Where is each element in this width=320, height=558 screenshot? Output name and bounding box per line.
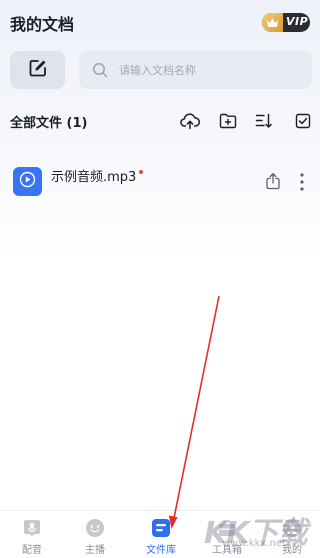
toolbox-icon (217, 518, 237, 538)
tab-label: 配音 (22, 545, 42, 556)
dubbing-icon (22, 518, 42, 538)
new-indicator-dot (139, 170, 143, 174)
tab-profile[interactable]: 我的 (260, 511, 320, 558)
new-document-button[interactable] (10, 51, 65, 89)
profile-icon (282, 518, 302, 538)
upload-cloud-icon[interactable] (179, 110, 201, 132)
file-section-title: 全部文件 (1) (10, 116, 88, 131)
tab-label: 主播 (85, 545, 105, 556)
new-folder-icon[interactable] (217, 110, 239, 132)
more-options-icon[interactable] (297, 172, 307, 192)
tab-label: 我的 (282, 545, 302, 556)
search-icon (92, 62, 108, 82)
tab-label: 文件库 (146, 545, 176, 556)
sort-icon[interactable] (253, 110, 275, 132)
crown-icon (262, 13, 283, 32)
share-icon[interactable] (265, 172, 281, 194)
bottom-tab-bar: 配音 主播 文件库 工具箱 我的 (0, 510, 320, 558)
play-icon (19, 171, 36, 192)
tab-label: 工具箱 (212, 545, 242, 556)
header: 我的文档 VIP (0, 0, 320, 44)
search-input[interactable] (119, 60, 299, 80)
multi-select-icon[interactable] (292, 110, 314, 132)
file-name: 示例音频.mp3 (51, 170, 137, 185)
search-box[interactable] (79, 51, 312, 89)
file-library-icon (151, 518, 171, 538)
edit-document-icon (28, 58, 48, 82)
anchor-icon (85, 518, 105, 538)
page-title: 我的文档 (10, 15, 75, 34)
tab-anchor[interactable]: 主播 (63, 511, 127, 558)
file-list-item[interactable]: 示例音频.mp3 (0, 160, 320, 204)
vip-badge[interactable]: VIP (262, 13, 310, 32)
tab-file-library[interactable]: 文件库 (129, 511, 193, 558)
vip-label: VIP (286, 15, 309, 28)
tab-toolbox[interactable]: 工具箱 (195, 511, 259, 558)
audio-file-icon (13, 167, 42, 196)
tab-dubbing[interactable]: 配音 (0, 511, 64, 558)
